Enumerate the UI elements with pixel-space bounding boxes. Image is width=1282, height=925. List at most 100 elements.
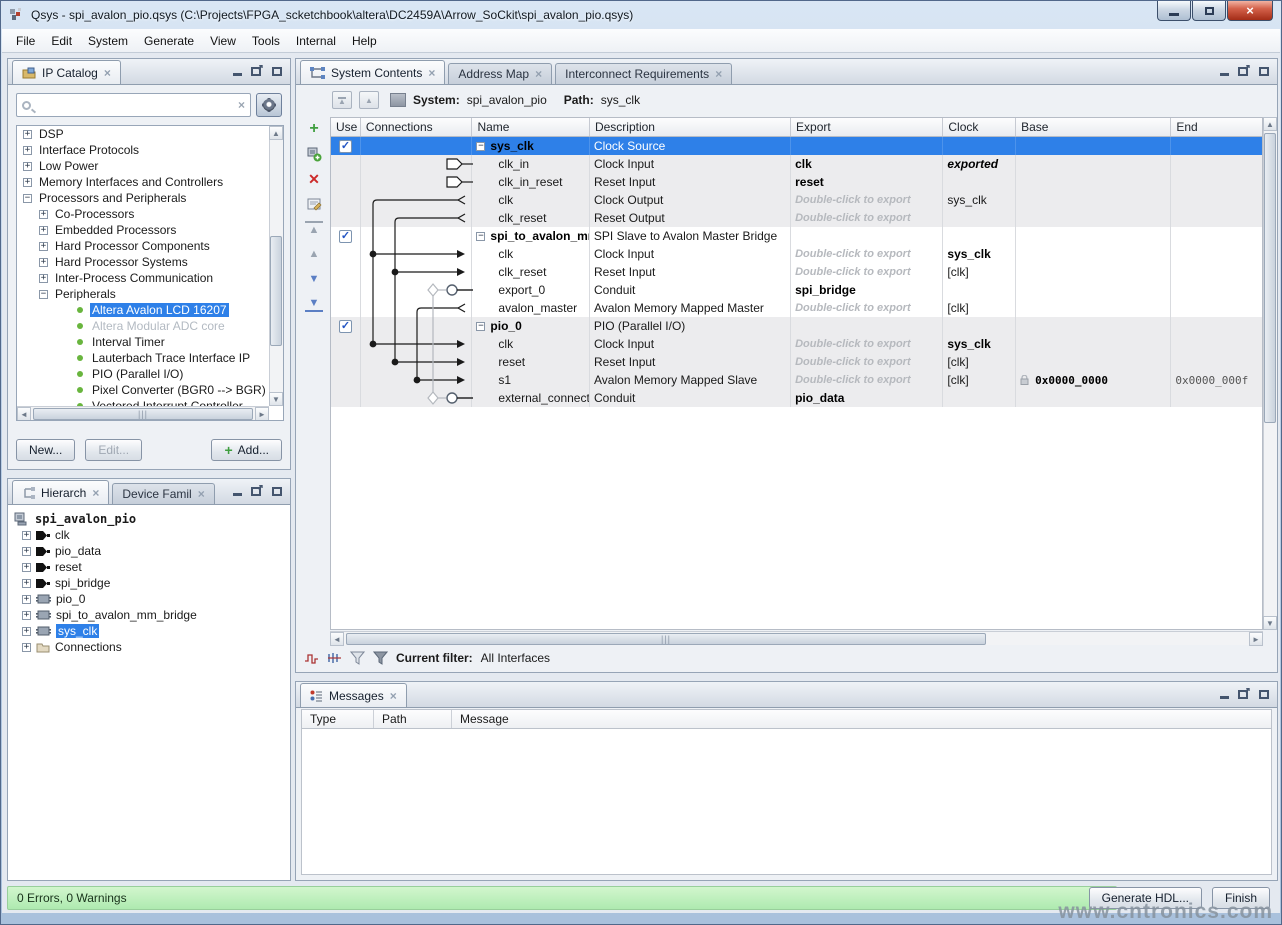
expand-icon[interactable]: + — [22, 611, 31, 620]
expand-icon[interactable]: + — [39, 210, 48, 219]
hierarchy-item[interactable]: +Connections — [14, 639, 290, 655]
tree-item[interactable]: Lauterbach Trace Interface IP — [17, 350, 283, 366]
export-cell[interactable]: Double-click to export — [791, 191, 943, 209]
scroll-up-icon[interactable]: ▲ — [1263, 117, 1277, 131]
scroll-left-icon[interactable]: ◄ — [17, 407, 31, 421]
export-cell[interactable]: reset — [791, 173, 943, 191]
col-clock[interactable]: Clock — [943, 118, 1016, 136]
panel-minimize-icon[interactable] — [231, 65, 243, 76]
expand-icon[interactable]: + — [22, 627, 31, 636]
minimize-button[interactable] — [1157, 1, 1191, 21]
panel-float-icon[interactable] — [1238, 65, 1250, 76]
col-message[interactable]: Message — [452, 710, 1271, 728]
hierarchy-item[interactable]: +reset — [14, 559, 290, 575]
col-use[interactable]: Use — [331, 118, 361, 136]
hierarchy-item[interactable]: +spi_to_avalon_mm_bridge — [14, 607, 290, 623]
collapse-icon[interactable]: − — [476, 322, 485, 331]
expand-icon[interactable]: + — [23, 130, 32, 139]
expand-icon[interactable]: + — [39, 258, 48, 267]
export-cell[interactable]: Double-click to export — [791, 209, 943, 227]
expand-icon[interactable]: + — [22, 643, 31, 652]
scrollbar-thumb[interactable]: ||| — [346, 633, 986, 645]
menu-system[interactable]: System — [80, 31, 136, 51]
export-cell[interactable]: Double-click to export — [791, 299, 943, 317]
collapse-icon[interactable]: − — [476, 142, 485, 151]
tree-vertical-scrollbar[interactable]: ▲ ▼ — [269, 126, 283, 406]
menu-help[interactable]: Help — [344, 31, 385, 51]
col-base[interactable]: Base — [1016, 118, 1171, 136]
tab-system-contents[interactable]: System Contents × — [300, 60, 445, 84]
hierarchy-item-selected[interactable]: +sys_clk — [14, 623, 290, 639]
expand-icon[interactable]: + — [23, 178, 32, 187]
scrollbar-thumb[interactable]: ||| — [33, 408, 253, 420]
tree-item[interactable]: +Embedded Processors — [17, 222, 283, 238]
panel-maximize-icon[interactable] — [271, 65, 283, 76]
scrollbar-thumb[interactable] — [270, 236, 282, 346]
base-address[interactable]: 0x0000_0000 — [1035, 374, 1108, 387]
show-interfaces-icon[interactable] — [327, 652, 342, 665]
finish-button[interactable]: Finish — [1212, 887, 1270, 909]
panel-float-icon[interactable] — [251, 485, 263, 496]
col-type[interactable]: Type — [302, 710, 374, 728]
scroll-right-icon[interactable]: ► — [255, 407, 269, 421]
search-input[interactable] — [36, 98, 233, 112]
panel-float-icon[interactable] — [251, 65, 263, 76]
panel-float-icon[interactable] — [1238, 688, 1250, 699]
move-to-top-icon[interactable]: ▲ — [305, 221, 323, 237]
expand-icon[interactable]: + — [22, 531, 31, 540]
table-horizontal-scrollbar[interactable]: ◄ ► ||| — [330, 631, 1263, 645]
scroll-left-icon[interactable]: ◄ — [330, 632, 344, 646]
close-button[interactable]: × — [1227, 1, 1273, 21]
expand-icon[interactable]: + — [23, 162, 32, 171]
tree-item[interactable]: +Interface Protocols — [17, 142, 283, 158]
move-up-icon[interactable]: ▲ — [305, 246, 323, 262]
scroll-down-icon[interactable]: ▼ — [269, 392, 283, 406]
panel-maximize-icon[interactable] — [1258, 65, 1270, 76]
export-cell[interactable]: Double-click to export — [791, 371, 943, 389]
hierarchy-item[interactable]: +pio_0 — [14, 591, 290, 607]
scroll-down-icon[interactable]: ▼ — [1263, 616, 1277, 630]
use-checkbox[interactable]: ✓ — [339, 320, 352, 333]
menu-generate[interactable]: Generate — [136, 31, 202, 51]
export-cell[interactable]: Double-click to export — [791, 263, 943, 281]
scroll-up-icon[interactable]: ▲ — [269, 126, 283, 140]
expand-icon[interactable]: + — [23, 146, 32, 155]
tree-item[interactable]: +Low Power — [17, 158, 283, 174]
scrollbar-thumb[interactable] — [1264, 133, 1276, 423]
filter-icon[interactable] — [350, 651, 365, 665]
use-checkbox[interactable]: ✓ — [339, 230, 352, 243]
add-button[interactable]: +Add... — [211, 439, 282, 461]
col-path[interactable]: Path — [374, 710, 452, 728]
hierarchy-item[interactable]: +clk — [14, 527, 290, 543]
tab-address-map[interactable]: Address Map × — [448, 63, 552, 84]
collapse-icon[interactable]: − — [23, 194, 32, 203]
remove-icon[interactable]: ✕ — [305, 171, 323, 187]
tab-interconnect-requirements[interactable]: Interconnect Requirements × — [555, 63, 732, 84]
col-description[interactable]: Description — [590, 118, 791, 136]
col-connections[interactable]: Connections — [361, 118, 473, 136]
title-bar[interactable]: Qsys - spi_avalon_pio.qsys (C:\Projects\… — [1, 1, 1281, 29]
move-top-button[interactable]: ▲ — [332, 91, 352, 109]
add-module-icon[interactable] — [305, 146, 323, 162]
collapse-icon[interactable]: − — [39, 290, 48, 299]
tab-close-icon[interactable]: × — [198, 489, 205, 499]
tab-ip-catalog[interactable]: IP Catalog × — [12, 60, 121, 84]
tab-close-icon[interactable]: × — [104, 68, 111, 78]
panel-maximize-icon[interactable] — [1258, 688, 1270, 699]
menu-tools[interactable]: Tools — [244, 31, 288, 51]
edit-parameters-icon[interactable] — [305, 196, 323, 212]
tree-item[interactable]: −Processors and Peripherals — [17, 190, 283, 206]
col-name[interactable]: Name — [472, 118, 590, 136]
ip-search-box[interactable]: × — [16, 93, 251, 117]
menu-edit[interactable]: Edit — [43, 31, 80, 51]
catalog-settings-button[interactable] — [256, 93, 282, 117]
tree-item[interactable]: +Hard Processor Components — [17, 238, 283, 254]
table-vertical-scrollbar[interactable]: ▲ ▼ — [1263, 117, 1277, 630]
menu-view[interactable]: View — [202, 31, 244, 51]
expand-icon[interactable]: + — [39, 242, 48, 251]
tab-device-family[interactable]: Device Famil × — [112, 483, 214, 504]
move-to-bottom-icon[interactable]: ▼ — [305, 296, 323, 312]
export-cell[interactable]: Double-click to export — [791, 245, 943, 263]
use-checkbox[interactable]: ✓ — [339, 140, 352, 153]
panel-minimize-icon[interactable] — [231, 485, 243, 496]
